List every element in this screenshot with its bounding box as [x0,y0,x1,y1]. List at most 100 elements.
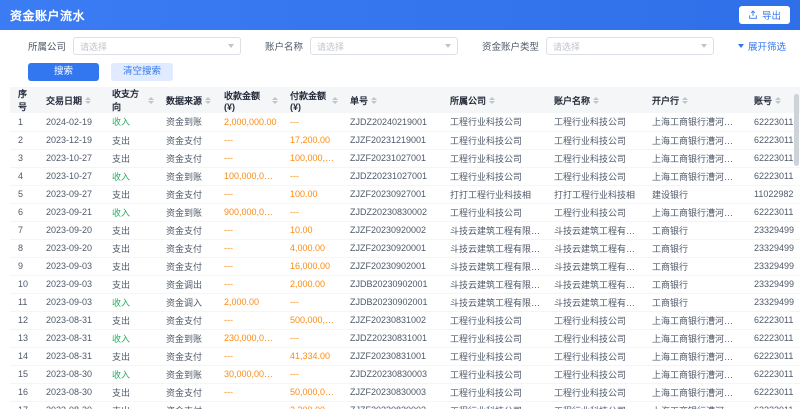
cell-company: 工程行业科技公司 [442,311,546,329]
cell-index: 5 [10,185,38,203]
col-source[interactable]: 数据来源 [158,87,216,113]
cell-source: 资金支付 [158,221,216,239]
cell-date: 2023-09-03 [38,257,104,275]
cell-date: 2023-09-27 [38,185,104,203]
flow-table-container: 序号 交易日期 收支方向 数据来源 收款金额(¥) 付款金额(¥) 单号 所属公… [0,87,800,409]
export-label: 导出 [762,8,781,22]
cell-order-no: ZJZF20230927001 [342,185,442,203]
sort-icon[interactable] [332,97,338,104]
cell-company: 工程行业科技公司 [442,401,546,409]
col-payment-amount[interactable]: 付款金额(¥) [282,87,342,113]
cell-index: 16 [10,383,38,401]
sort-icon[interactable] [205,97,211,104]
cell-company: 工程行业科技公司 [442,365,546,383]
cell-payment-amount: 3,300.00 [282,401,342,409]
cell-company: 工程行业科技公司 [442,113,546,131]
expand-filters-link[interactable]: 展开筛选 [738,39,792,53]
export-button[interactable]: 导出 [739,6,790,24]
table-row: 12 2023-08-31 支出 资金支付 --- 500,000,000.00… [10,311,800,329]
search-button[interactable]: 搜索 [28,63,99,81]
cell-order-no: ZJDZ20240219001 [342,113,442,131]
col-bank[interactable]: 开户行 [644,87,746,113]
cell-index: 11 [10,293,38,311]
account-type-select[interactable]: 请选择 [546,37,714,55]
table-header: 序号 交易日期 收支方向 数据来源 收款金额(¥) 付款金额(¥) 单号 所属公… [10,87,800,113]
filter-actions: 搜索 清空搜索 [28,63,790,81]
cell-account-no: 23329499 [746,239,800,257]
cell-bank: 工商银行 [644,275,746,293]
table-row: 10 2023-09-03 支出 资金调出 --- 2,000.00 ZJDB2… [10,275,800,293]
cell-receipt-amount: --- [216,383,282,401]
cell-account-no: 62223011 [746,311,800,329]
cell-order-no: ZJZF20230902001 [342,257,442,275]
cell-bank: 上海工商银行漕河泾支行 [644,383,746,401]
sort-icon[interactable] [775,97,781,104]
col-account-no[interactable]: 账号 [746,87,800,113]
cell-company: 工程行业科技公司 [442,347,546,365]
sort-icon[interactable] [489,97,495,104]
cell-direction: 支出 [104,383,158,401]
cell-source: 资金支付 [158,257,216,275]
sort-icon[interactable] [682,97,688,104]
cell-order-no: ZJDZ20231027001 [342,167,442,185]
cell-source: 资金调出 [158,275,216,293]
cell-receipt-amount: --- [216,401,282,409]
col-company[interactable]: 所属公司 [442,87,546,113]
col-account-name[interactable]: 账户名称 [546,87,644,113]
sort-icon[interactable] [148,97,154,104]
cell-receipt-amount: --- [216,275,282,293]
filter-account-type: 资金账户类型 请选择 [482,37,714,55]
cell-order-no: ZJDZ20230831001 [342,329,442,347]
cell-account-no: 62223011 [746,329,800,347]
cell-source: 资金到账 [158,365,216,383]
cell-company: 斗技云建筑工程有限公司 [442,221,546,239]
cell-account-no: 62223011 [746,167,800,185]
cell-index: 2 [10,131,38,149]
cell-bank: 上海工商银行漕河泾支行 [644,131,746,149]
sort-icon[interactable] [85,97,91,104]
cell-index: 10 [10,275,38,293]
cell-account-no: 62223011 [746,113,800,131]
cell-index: 15 [10,365,38,383]
sort-icon[interactable] [272,97,278,104]
table-row: 6 2023-09-21 收入 资金到账 900,000,000.00 --- … [10,203,800,221]
col-date[interactable]: 交易日期 [38,87,104,113]
cell-company: 斗技云建筑工程有限公司 [442,275,546,293]
cell-date: 2023-08-31 [38,311,104,329]
cell-payment-amount: --- [282,293,342,311]
cell-account-name: 工程行业科技公司 [546,203,644,221]
cell-account-name: 斗技云建筑工程有限公司 [546,293,644,311]
cell-direction: 支出 [104,239,158,257]
col-direction[interactable]: 收支方向 [104,87,158,113]
cell-receipt-amount: --- [216,131,282,149]
cell-order-no: ZJZF20231027001 [342,149,442,167]
cell-company: 工程行业科技公司 [442,383,546,401]
cell-bank: 上海工商银行漕河泾支行 [644,311,746,329]
sort-icon[interactable] [593,97,599,104]
col-receipt-amount[interactable]: 收款金额(¥) [216,87,282,113]
vertical-scrollbar-thumb[interactable] [794,94,799,166]
cell-account-name: 工程行业科技公司 [546,383,644,401]
expand-filters-label: 展开筛选 [748,39,786,53]
col-order-no[interactable]: 单号 [342,87,442,113]
cell-account-name: 打打工程行业科技相 [546,185,644,203]
cell-company: 斗技云建筑工程有限公司 [442,239,546,257]
cell-direction: 支出 [104,185,158,203]
cell-payment-amount: 100,000,000.00 [282,149,342,167]
clear-search-button[interactable]: 清空搜索 [111,63,173,81]
table-row: 4 2023-10-27 收入 资金到账 100,000,000.00 --- … [10,167,800,185]
account-name-select[interactable]: 请选择 [310,37,458,55]
cell-source: 资金支付 [158,131,216,149]
cell-payment-amount: --- [282,113,342,131]
cell-date: 2023-09-20 [38,239,104,257]
company-select[interactable]: 请选择 [73,37,241,55]
cell-bank: 建设银行 [644,185,746,203]
cell-account-name: 斗技云建筑工程有限公司 [546,257,644,275]
chevron-down-icon [738,44,744,48]
cell-account-no: 11022982 [746,185,800,203]
cell-account-name: 工程行业科技公司 [546,113,644,131]
cell-receipt-amount: --- [216,221,282,239]
cell-direction: 支出 [104,401,158,409]
sort-icon[interactable] [371,97,377,104]
table-row: 7 2023-09-20 支出 资金支付 --- 10.00 ZJZF20230… [10,221,800,239]
